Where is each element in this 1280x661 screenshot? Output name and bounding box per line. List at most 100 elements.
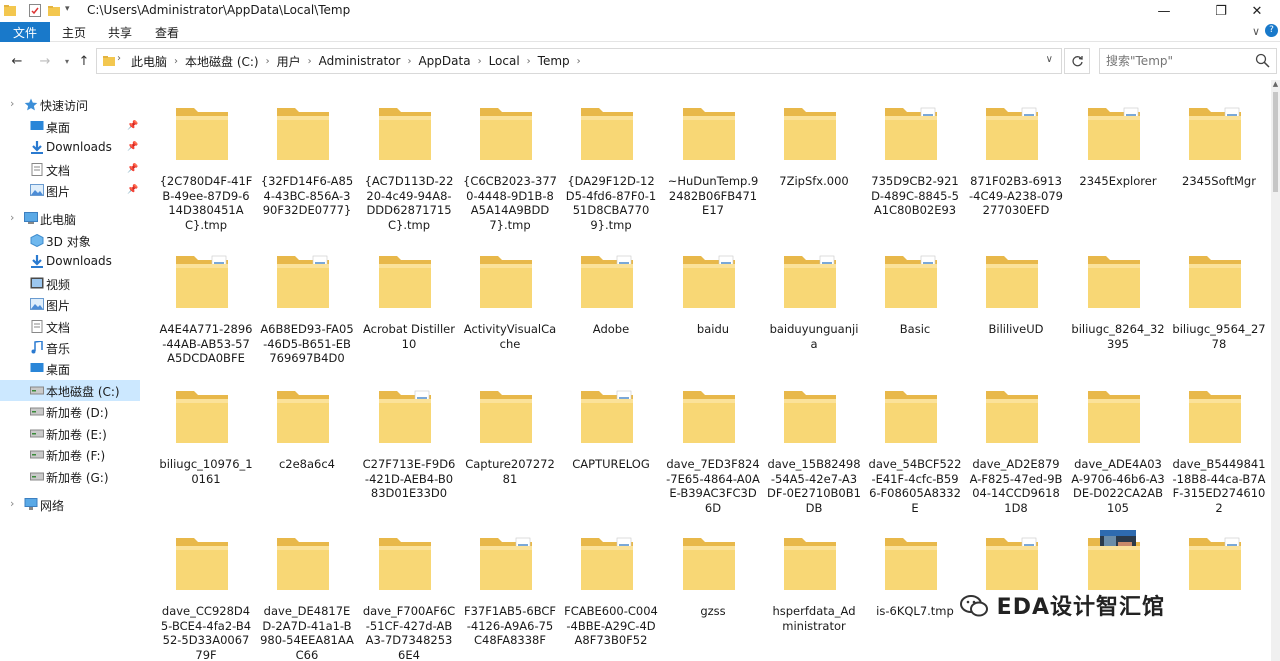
new-folder-icon[interactable] [48, 4, 60, 17]
address-dropdown-icon[interactable]: ∨ [1046, 54, 1053, 65]
chevron-right-icon[interactable]: › [305, 56, 315, 67]
list-item[interactable]: dave_B5449841-18B8-44ca-B7AF-315ED274610… [1168, 373, 1269, 515]
tab-home[interactable]: 主页 [62, 22, 86, 42]
list-item[interactable]: dave_ADE4A03A-9706-46b6-A3DE-D022CA2AB10… [1067, 373, 1168, 515]
chevron-right-icon[interactable]: › [574, 56, 584, 67]
sidebar-item[interactable]: 图片 [0, 294, 140, 315]
breadcrumb-this-pc[interactable]: 此电脑 [127, 53, 171, 70]
chevron-right-icon[interactable]: › [524, 56, 534, 67]
up-button[interactable]: ↑ [75, 52, 93, 70]
chevron-right-icon[interactable]: › [263, 56, 273, 67]
list-item[interactable]: CAPTURELOG [560, 373, 661, 513]
list-item[interactable]: {AC7D113D-2220-4c49-94A8-DDD62871715C}.t… [358, 90, 459, 232]
list-item[interactable]: Capture20727281 [459, 373, 560, 513]
list-item[interactable]: biliugc_10976_10161 [155, 373, 256, 513]
sidebar-item[interactable]: 图片 📌 [0, 180, 140, 201]
list-item[interactable]: 735D9CB2-921D-489C-8845-5A1C80B02E93 [864, 90, 965, 230]
list-item[interactable]: dave_CC928D45-BCE4-4fa2-B452-5D33A006779… [155, 520, 256, 661]
list-item[interactable]: ActivityVisualCache [459, 238, 560, 378]
list-item[interactable]: baiduyunguanjia [763, 238, 864, 378]
list-item[interactable]: c2e8a6c4 [256, 373, 357, 513]
back-button[interactable]: ← [8, 52, 26, 70]
breadcrumb-administrator[interactable]: Administrator [315, 54, 405, 68]
search-box[interactable] [1099, 48, 1277, 74]
sidebar-item[interactable]: 3D 对象 [0, 230, 140, 251]
list-item[interactable]: 2345Explorer [1067, 90, 1168, 230]
tab-share[interactable]: 共享 [108, 22, 132, 42]
list-item[interactable] [1168, 520, 1269, 660]
list-item[interactable]: FCABE600-C004-4BBE-A29C-4DA8F73B0F52 [560, 520, 661, 660]
tab-file[interactable]: 文件 [0, 22, 50, 42]
sidebar-item[interactable]: 文档 [0, 316, 140, 337]
sidebar-item[interactable]: 本地磁盘 (C:) [0, 380, 140, 401]
list-item[interactable]: dave_DE4817ED-2A7D-41a1-B980-54EEA81AAC6… [256, 520, 357, 661]
help-icon[interactable]: ? [1265, 24, 1278, 37]
list-item[interactable]: 2345SoftMgr [1168, 90, 1269, 230]
sidebar-item[interactable]: 新加卷 (F:) [0, 444, 140, 465]
chevron-right-icon[interactable]: › [10, 211, 14, 224]
list-item[interactable]: {2C780D4F-41FB-49ee-87D9-614D380451AC}.t… [155, 90, 256, 232]
list-item[interactable]: Basic [864, 238, 965, 378]
list-item[interactable]: dave_F700AF6C-51CF-427d-ABA3-7D73482536E… [358, 520, 459, 661]
tab-view[interactable]: 查看 [155, 22, 179, 42]
list-item[interactable]: 7ZipSfx.000 [763, 90, 864, 230]
list-item[interactable]: hsperfdata_Administrator [763, 520, 864, 660]
list-item[interactable]: A6B8ED93-FA05-46D5-B651-EB769697B4D0 [256, 238, 357, 378]
sidebar-item[interactable]: 音乐 [0, 337, 140, 358]
chevron-right-icon[interactable]: › [10, 497, 14, 510]
sidebar-item[interactable]: 新加卷 (E:) [0, 423, 140, 444]
list-item[interactable]: biliugc_8264_32395 [1067, 238, 1168, 378]
list-item[interactable]: ~HuDunTemp.92482B06FB471E17 [662, 90, 763, 230]
list-item[interactable]: {32FD14F6-A854-43BC-856A-390F32DE0777} [256, 90, 357, 230]
list-item[interactable]: biliugc_9564_2778 [1168, 238, 1269, 378]
address-bar[interactable]: › 此电脑 › 本地磁盘 (C:) › 用户 › Administrator ›… [96, 48, 1062, 74]
list-item[interactable]: baidu [662, 238, 763, 378]
list-item[interactable]: gzss [662, 520, 763, 660]
minimize-button[interactable]: — [1141, 0, 1187, 22]
forward-button[interactable]: → [36, 52, 54, 70]
sidebar-item[interactable]: 视频 [0, 273, 140, 294]
list-item[interactable]: is-6KQL7.tmp [864, 520, 965, 660]
quick-access-dropdown-icon[interactable]: ▾ [65, 4, 70, 14]
list-item[interactable]: dave_15B82498-54A5-42e7-A3DF-0E2710B0B1D… [763, 373, 864, 515]
list-item[interactable]: F37F1AB5-6BCF-4126-A9A6-75C48FA8338F [459, 520, 560, 660]
sidebar-item[interactable]: 桌面 📌 [0, 116, 140, 137]
sidebar-item[interactable]: › 快速访问 [0, 94, 140, 115]
sidebar-item[interactable]: › 网络 [0, 494, 140, 515]
list-item[interactable]: Adobe [560, 238, 661, 378]
chevron-right-icon[interactable]: › [10, 97, 14, 110]
list-item[interactable]: dave_AD2E879A-F825-47ed-9B04-14CCD96181D… [965, 373, 1066, 515]
ribbon-expand-icon[interactable]: ∨ [1252, 25, 1260, 38]
list-item[interactable]: dave_7ED3F824-7E65-4864-A0AE-B39AC3FC3D6… [662, 373, 763, 515]
breadcrumb-users[interactable]: 用户 [273, 53, 305, 70]
breadcrumb-local-disk[interactable]: 本地磁盘 (C:) [181, 53, 263, 70]
sidebar-item[interactable]: 桌面 [0, 358, 140, 379]
recent-locations-icon[interactable]: ▾ [58, 52, 76, 70]
chevron-right-icon[interactable]: › [404, 56, 414, 67]
breadcrumb-appdata[interactable]: AppData [414, 54, 474, 68]
sidebar-item[interactable]: 新加卷 (G:) [0, 466, 140, 487]
breadcrumb-temp[interactable]: Temp [534, 54, 574, 68]
list-item[interactable]: Acrobat Distiller 10 [358, 238, 459, 378]
sidebar-item[interactable]: › 此电脑 [0, 208, 140, 229]
list-item[interactable]: {DA29F12D-12D5-4fd6-87F0-151D8CBA7709}.t… [560, 90, 661, 232]
folder-icon[interactable] [4, 4, 16, 17]
sidebar-item[interactable]: Downloads 📌 [0, 137, 140, 158]
breadcrumb-local[interactable]: Local [485, 54, 524, 68]
list-item[interactable]: C27F713E-F9D6-421D-AEB4-B083D01E33D0 [358, 373, 459, 513]
sidebar-item[interactable]: Downloads [0, 251, 140, 272]
chevron-right-icon[interactable]: › [171, 56, 181, 67]
properties-check-icon[interactable] [29, 4, 41, 17]
list-item[interactable]: 871F02B3-6913-4C49-A238-079277030EFD [965, 90, 1066, 230]
chevron-right-icon[interactable]: › [475, 56, 485, 67]
search-input[interactable] [1100, 49, 1250, 73]
scrollbar-thumb[interactable] [1273, 92, 1278, 192]
sidebar-item[interactable]: 新加卷 (D:) [0, 401, 140, 422]
list-item[interactable]: BililiveUD [965, 238, 1066, 378]
refresh-button[interactable] [1064, 48, 1090, 74]
list-item[interactable]: A4E4A771-2896-44AB-AB53-57A5DCDA0BFE [155, 238, 256, 378]
sidebar-item[interactable]: 文档 📌 [0, 159, 140, 180]
list-item[interactable]: {C6CB2023-3770-4448-9D1B-8A5A14A9BDD7}.t… [459, 90, 560, 232]
list-item[interactable]: dave_54BCF522-E41F-4cfc-B596-F08605A8332… [864, 373, 965, 515]
close-button[interactable]: ✕ [1234, 0, 1280, 22]
